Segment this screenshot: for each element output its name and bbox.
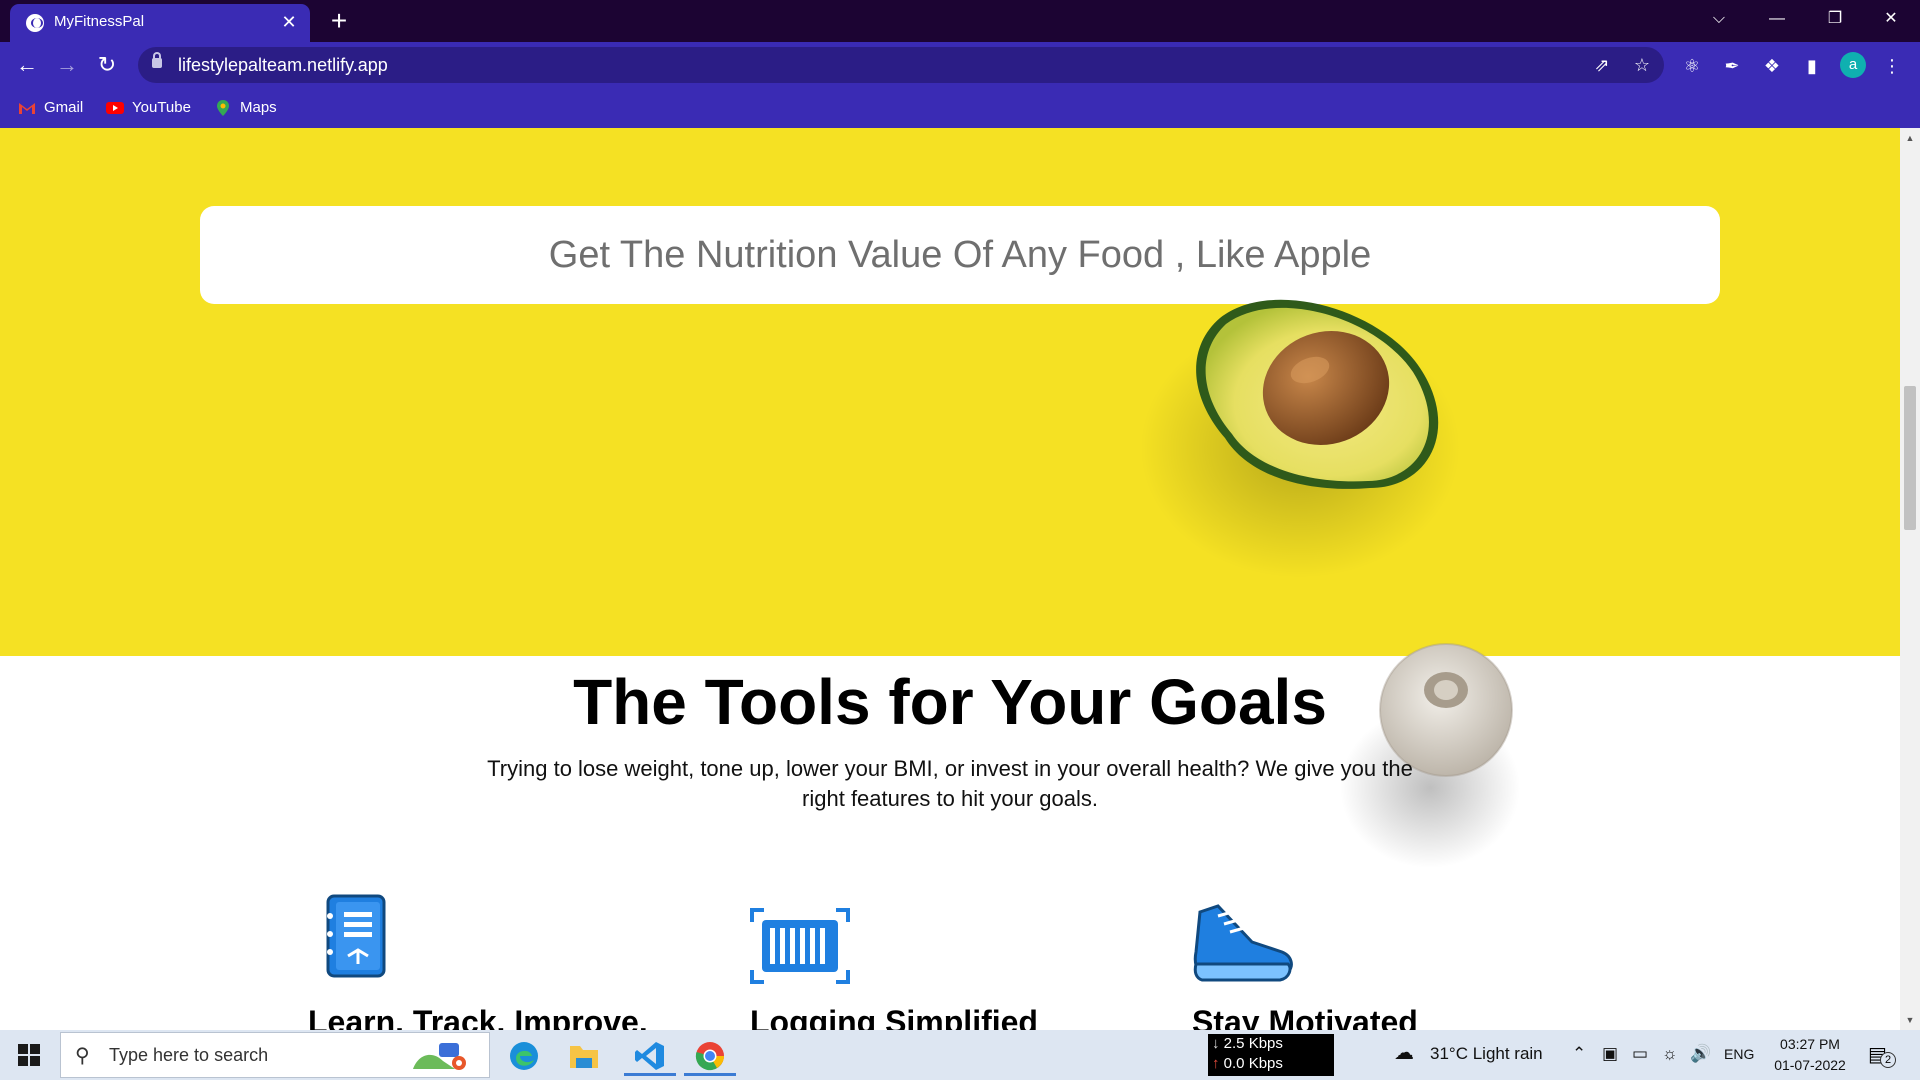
bookmark-gmail[interactable]: Gmail: [18, 96, 83, 120]
taskbar-search-placeholder: Type here to search: [109, 1045, 269, 1065]
bookmark-youtube-label: YouTube: [132, 99, 191, 116]
share-icon[interactable]: ⇗: [1590, 53, 1614, 77]
clock-time: 03:27 PM: [1780, 1036, 1840, 1052]
battery-icon[interactable]: ▭: [1632, 1044, 1648, 1064]
notification-center-button[interactable]: ▤ 2: [1866, 1042, 1896, 1068]
weather-rain-icon[interactable]: ☁: [1394, 1040, 1414, 1065]
taskbar-search-box[interactable]: ⚲ Type here to search: [60, 1032, 490, 1078]
bookmark-youtube[interactable]: YouTube: [106, 96, 191, 120]
weather-text[interactable]: 31°C Light rain: [1430, 1044, 1543, 1064]
side-panel-icon[interactable]: ▮: [1800, 54, 1824, 78]
search-icon: ⚲: [75, 1045, 90, 1067]
kebab-menu-icon[interactable]: ⋮: [1880, 54, 1904, 78]
chrome-icon: [695, 1042, 724, 1071]
taskbar-clock[interactable]: 03:27 PM 01-07-2022: [1765, 1034, 1855, 1076]
extension-feather-icon[interactable]: ✒: [1720, 54, 1744, 78]
forward-button[interactable]: →: [52, 50, 82, 80]
address-bar[interactable]: lifestylepalteam.netlify.app ⇗ ☆: [138, 47, 1664, 83]
tools-section-description: Trying to lose weight, tone up, lower yo…: [487, 756, 1413, 811]
feature-title-learn: Learn. Track. Improve.: [308, 1004, 648, 1030]
bookmarks-bar: Gmail YouTube Maps: [0, 88, 1920, 128]
globe-icon: [26, 14, 44, 32]
restore-button[interactable]: ❐: [1806, 0, 1864, 38]
tab-myfitnesspal[interactable]: MyFitnessPal ✕: [10, 4, 310, 42]
windows-taskbar: ⚲ Type here to search ↓ 2.5 Kbps ↑ 0.0 K…: [0, 1030, 1920, 1080]
feature-learn-track-improve: Learn. Track. Improve.: [308, 894, 668, 1030]
tab-close-icon[interactable]: ✕: [278, 11, 300, 33]
profile-avatar[interactable]: a: [1840, 52, 1866, 78]
back-button[interactable]: ←: [12, 50, 42, 80]
taskbar-file-explorer-app[interactable]: [554, 1034, 614, 1076]
minimize-button[interactable]: —: [1748, 0, 1806, 38]
barcode-scanner-icon: [750, 908, 850, 984]
sneaker-icon: [1193, 904, 1293, 982]
network-speed-widget: ↓ 2.5 Kbps ↑ 0.0 Kbps: [1208, 1034, 1334, 1076]
tab-title: MyFitnessPal: [54, 13, 145, 30]
bookmark-star-icon[interactable]: ☆: [1630, 53, 1654, 77]
edge-icon: [510, 1042, 538, 1070]
bookmark-maps-label: Maps: [240, 99, 277, 116]
maps-pin-icon: [217, 100, 229, 116]
taskbar-chrome-app[interactable]: [680, 1034, 740, 1076]
feature-logging-simplified: Logging Simplified: [750, 908, 1110, 1030]
wifi-icon[interactable]: ☼: [1662, 1044, 1678, 1064]
clock-date: 01-07-2022: [1774, 1057, 1846, 1073]
gmail-icon: [19, 103, 35, 114]
scrollbar-thumb[interactable]: [1904, 386, 1916, 530]
volume-icon[interactable]: 🔊: [1690, 1044, 1711, 1064]
net-download-speed: 2.5 Kbps: [1223, 1035, 1283, 1052]
browser-toolbar: ← → ↻ lifestylepalteam.netlify.app ⇗ ☆ ⚛…: [0, 42, 1920, 88]
folder-icon: [570, 1046, 598, 1068]
meet-now-icon[interactable]: ▣: [1602, 1044, 1618, 1064]
taskbar-vscode-app[interactable]: [620, 1034, 680, 1076]
scroll-up-arrow-icon[interactable]: ▲: [1900, 130, 1920, 146]
search-highlight-icon: [413, 1043, 466, 1070]
feature-stay-motivated: Stay Motivated: [1192, 904, 1552, 1030]
vscode-icon: [635, 1042, 664, 1070]
feature-title-logging: Logging Simplified: [750, 1004, 1038, 1030]
close-window-button[interactable]: ✕: [1862, 0, 1920, 38]
extension-react-icon[interactable]: ⚛: [1680, 54, 1704, 78]
scroll-down-arrow-icon[interactable]: ▼: [1900, 1012, 1920, 1028]
page-scrollbar[interactable]: ▲ ▼: [1900, 128, 1920, 1030]
tools-section-title: The Tools for Your Goals: [573, 666, 1327, 738]
net-upload-speed: 0.0 Kbps: [1223, 1055, 1283, 1072]
journal-icon: [326, 894, 386, 978]
feature-title-motivated: Stay Motivated: [1192, 1004, 1418, 1030]
bookmark-maps[interactable]: Maps: [214, 96, 277, 120]
tab-search-chevron-icon[interactable]: ⌵: [1690, 0, 1748, 38]
page-viewport: The Tools for Your Goals Trying to lose …: [0, 128, 1900, 1030]
hero-section: [0, 128, 1900, 656]
language-indicator[interactable]: ENG: [1724, 1046, 1754, 1062]
tab-strip: MyFitnessPal ✕ + ⌵ — ❐ ✕: [0, 0, 1920, 42]
youtube-icon: [106, 102, 124, 114]
new-tab-button[interactable]: +: [324, 6, 354, 36]
bookmark-gmail-label: Gmail: [44, 99, 84, 116]
notification-count-badge: 2: [1880, 1052, 1896, 1068]
windows-start-icon[interactable]: [18, 1044, 40, 1066]
extensions-puzzle-icon[interactable]: ❖: [1760, 54, 1784, 78]
show-hidden-icons-chevron-icon[interactable]: ⌃: [1572, 1044, 1586, 1064]
lock-icon[interactable]: [152, 52, 162, 68]
taskbar-edge-app[interactable]: [494, 1034, 554, 1076]
url-text[interactable]: lifestylepalteam.netlify.app: [178, 55, 388, 76]
reload-button[interactable]: ↻: [92, 50, 122, 80]
